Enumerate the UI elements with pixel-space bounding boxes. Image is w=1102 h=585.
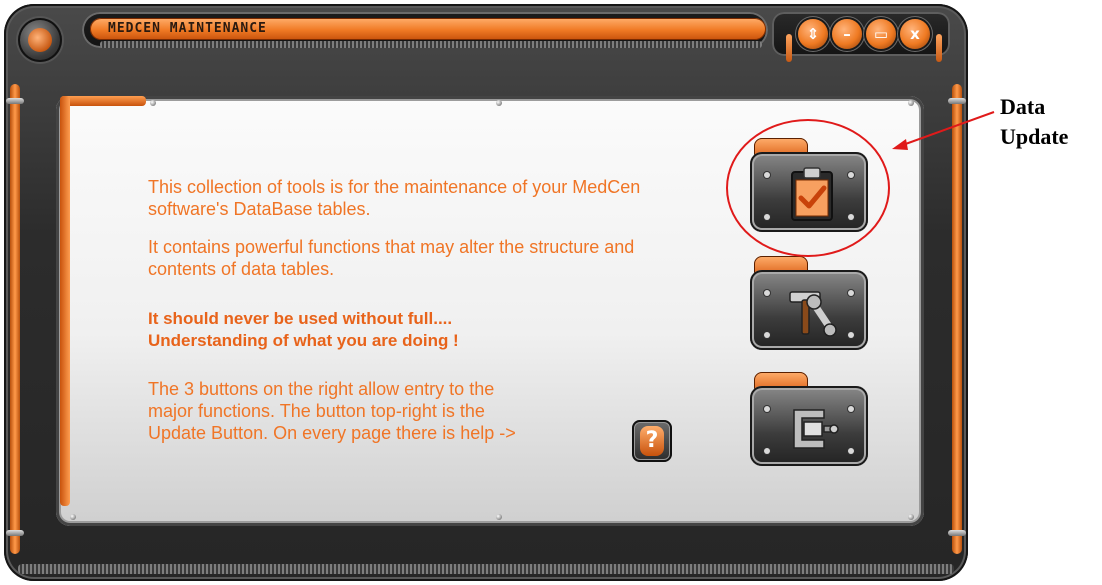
controls-separator-left bbox=[786, 34, 792, 62]
rail-ring bbox=[6, 530, 24, 536]
instructions-line-1: The 3 buttons on the right allow entry t… bbox=[148, 379, 495, 399]
rivet bbox=[70, 514, 76, 520]
rivet bbox=[496, 514, 502, 520]
rivet bbox=[150, 100, 156, 106]
annotation-line-1: Data bbox=[1000, 94, 1046, 119]
rivet bbox=[764, 406, 770, 412]
rivet bbox=[764, 448, 770, 454]
rivet bbox=[848, 448, 854, 454]
bottom-grille bbox=[18, 564, 954, 574]
rivet bbox=[848, 332, 854, 338]
warning-line-1: It should never be used without full.... bbox=[148, 309, 453, 328]
rivet bbox=[496, 100, 502, 106]
rail-ring bbox=[948, 530, 966, 536]
instructions-line-2: major functions. The button top-right is… bbox=[148, 401, 485, 421]
app-logo-icon[interactable] bbox=[18, 18, 62, 62]
rivet bbox=[908, 100, 914, 106]
annotation-label: Data Update bbox=[1000, 92, 1098, 152]
highlight-ellipse bbox=[726, 119, 890, 257]
tools-button[interactable] bbox=[750, 256, 872, 350]
left-rail bbox=[6, 84, 24, 554]
annotation-line-2: Update bbox=[1000, 124, 1069, 149]
close-button[interactable]: x bbox=[900, 19, 930, 49]
instructions-line-3: Update Button. On every page there is he… bbox=[148, 423, 516, 443]
app-logo-core bbox=[28, 28, 52, 52]
panel-bracket-top bbox=[60, 96, 146, 106]
tools-icon bbox=[789, 291, 837, 337]
warning-line-2: Understanding of what you are doing ! bbox=[148, 331, 459, 350]
window-title: MEDCEN MAINTENANCE bbox=[108, 21, 267, 36]
functions-paragraph: It contains powerful functions that may … bbox=[148, 237, 635, 279]
clamp-icon bbox=[793, 409, 839, 449]
rail-ring bbox=[6, 98, 24, 104]
rivet bbox=[764, 290, 770, 296]
window-controls: ⇕ – ▭ x bbox=[772, 12, 950, 62]
resize-button[interactable]: ⇕ bbox=[798, 19, 828, 49]
rivet bbox=[848, 290, 854, 296]
rail-ring bbox=[948, 98, 966, 104]
title-grille bbox=[100, 41, 762, 48]
help-button[interactable]: ? bbox=[632, 420, 672, 462]
help-icon: ? bbox=[640, 426, 664, 456]
restore-button[interactable]: ▭ bbox=[866, 19, 896, 49]
panel-bracket-left bbox=[60, 96, 70, 506]
pointer-arrow bbox=[892, 111, 995, 150]
rivet bbox=[848, 406, 854, 412]
intro-paragraph: This collection of tools is for the main… bbox=[148, 177, 641, 219]
repair-tables-button[interactable] bbox=[750, 372, 872, 466]
minimize-button[interactable]: – bbox=[832, 19, 862, 49]
controls-separator-right bbox=[936, 34, 942, 62]
rivet bbox=[908, 514, 914, 520]
rivet bbox=[764, 332, 770, 338]
